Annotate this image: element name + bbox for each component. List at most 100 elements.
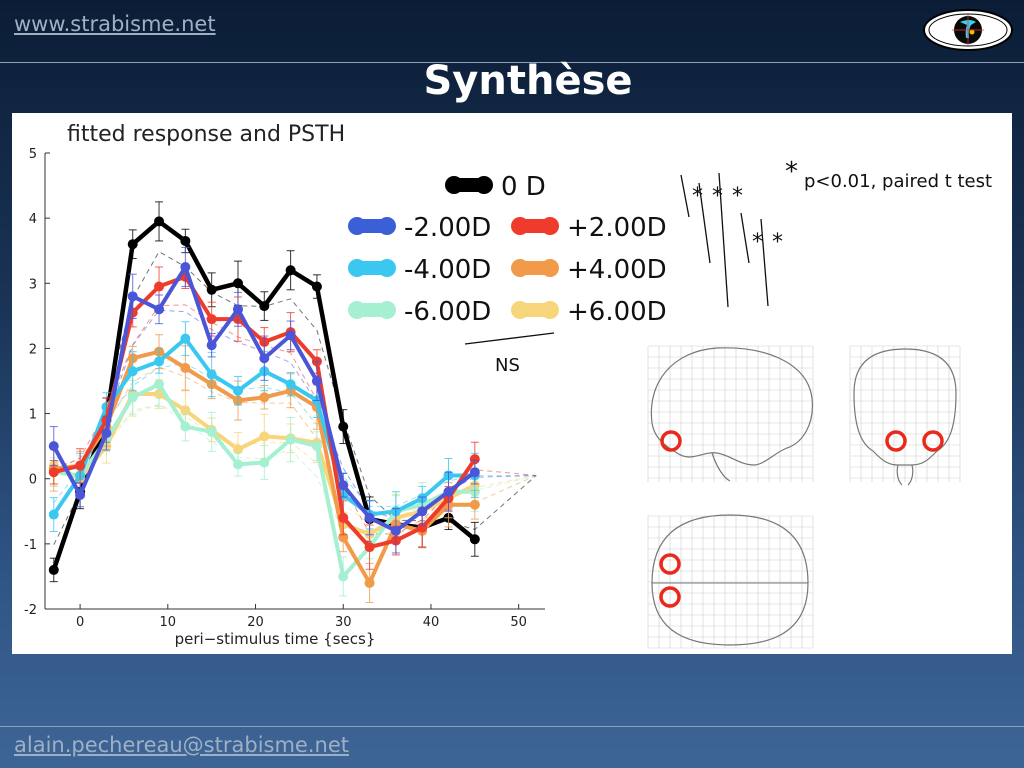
- legend-swatch-dot: [475, 176, 493, 194]
- legend-swatch-dot: [511, 301, 529, 319]
- x-tick-label: 40: [423, 615, 440, 630]
- data-point: [259, 392, 270, 403]
- data-point: [469, 467, 480, 478]
- data-point: [285, 330, 296, 341]
- star-2: *: [712, 184, 723, 209]
- legend-swatch-dot: [348, 301, 366, 319]
- data-point: [206, 314, 217, 325]
- data-point: [154, 379, 165, 390]
- legend-label: +6.00D: [567, 297, 667, 327]
- legend-swatch-dot: [348, 259, 366, 277]
- x-tick-label: 30: [335, 615, 352, 630]
- legend-item: -2.00D: [348, 213, 491, 243]
- data-point: [443, 486, 454, 497]
- data-point: [311, 441, 322, 452]
- legend-item: -6.00D: [348, 297, 491, 327]
- legend-item: +6.00D: [511, 297, 667, 327]
- legend-label: +4.00D: [567, 255, 667, 285]
- chart-title: fitted response and PSTH: [67, 122, 345, 147]
- data-point: [285, 434, 296, 445]
- data-point: [154, 356, 165, 367]
- data-point: [469, 534, 480, 545]
- data-point: [338, 421, 349, 432]
- data-point: [180, 262, 191, 272]
- star-5: *: [772, 230, 783, 255]
- data-point: [259, 301, 270, 312]
- slide-title: Synthèse: [423, 58, 633, 104]
- strabisme-logo-icon: [923, 9, 1013, 51]
- series-line: [53, 382, 475, 579]
- data-point: [127, 366, 138, 377]
- data-point: [180, 421, 191, 432]
- annotation-star: *: [785, 157, 798, 187]
- legend-swatch-dot: [511, 217, 529, 235]
- x-tick-label: 0: [76, 615, 84, 630]
- legend-swatch-dot: [541, 259, 559, 277]
- y-tick-label: -2: [24, 603, 37, 618]
- legend-swatch-dot: [378, 301, 396, 319]
- legend-item: 0 D: [445, 172, 546, 202]
- data-point: [469, 499, 480, 510]
- data-point: [259, 457, 270, 468]
- star-3: *: [732, 184, 743, 209]
- brain-axial-view: [647, 514, 814, 649]
- significance-note: p<0.01, paired t test: [804, 171, 992, 192]
- data-point: [48, 441, 59, 452]
- x-axis-label: peri−stimulus time {secs}: [175, 630, 376, 648]
- data-point: [311, 281, 322, 292]
- data-point: [180, 235, 191, 246]
- data-point: [338, 571, 349, 582]
- legend-swatch-dot: [541, 217, 559, 235]
- data-point: [48, 564, 59, 575]
- data-point: [127, 291, 138, 302]
- legend-item: +4.00D: [511, 255, 667, 285]
- data-point: [232, 304, 243, 315]
- legend-item: -4.00D: [348, 255, 491, 285]
- data-point: [206, 426, 217, 437]
- legend-label: 0 D: [501, 172, 546, 202]
- data-point: [285, 265, 296, 276]
- brain-sagittal-view: [647, 345, 814, 482]
- data-point: [75, 490, 86, 500]
- data-point: [232, 278, 243, 289]
- data-point: [311, 376, 322, 386]
- data-point: [75, 460, 86, 471]
- data-point: [206, 369, 217, 380]
- legend-swatch-dot: [541, 301, 559, 319]
- data-point: [101, 428, 112, 439]
- data-point: [154, 304, 165, 315]
- data-point: [127, 392, 138, 403]
- data-point: [390, 525, 401, 536]
- star-1: *: [692, 184, 703, 209]
- chart-legend: 0 D -2.00D +2.00D -4.00D +4.00D -6.00D +6.00D: [348, 172, 667, 327]
- footer-email-link[interactable]: alain.pechereau@strabisme.net: [14, 733, 349, 757]
- legend-swatch-dot: [511, 259, 529, 277]
- figure-svg: fitted response and PSTH -2-10123450 10 20…: [24, 122, 992, 649]
- y-tick-label: -1: [24, 538, 37, 553]
- y-tick-label: 4: [29, 212, 37, 227]
- site-link[interactable]: www.strabisme.net: [14, 12, 216, 36]
- data-point: [180, 333, 191, 344]
- ns-label: NS: [495, 355, 520, 376]
- roi-marker-coronal-left: [885, 430, 907, 452]
- data-point: [364, 512, 375, 523]
- legend-label: +2.00D: [567, 213, 667, 243]
- data-point: [127, 239, 138, 250]
- y-tick-label: 1: [29, 408, 37, 423]
- legend-label: -6.00D: [404, 297, 491, 327]
- star-4: *: [752, 230, 763, 255]
- legend-swatch-dot: [378, 259, 396, 277]
- data-point: [206, 340, 217, 351]
- data-point: [232, 385, 243, 396]
- data-point: [180, 362, 191, 373]
- data-point: [364, 577, 375, 588]
- legend-item: +2.00D: [511, 213, 667, 243]
- data-point: [364, 542, 375, 553]
- data-point: [285, 379, 296, 390]
- x-tick-label: 20: [247, 615, 264, 630]
- data-point: [154, 216, 165, 227]
- x-tick-label: 50: [510, 615, 527, 630]
- legend-swatch-dot: [445, 176, 463, 194]
- data-point: [48, 467, 59, 478]
- data-point: [338, 480, 349, 491]
